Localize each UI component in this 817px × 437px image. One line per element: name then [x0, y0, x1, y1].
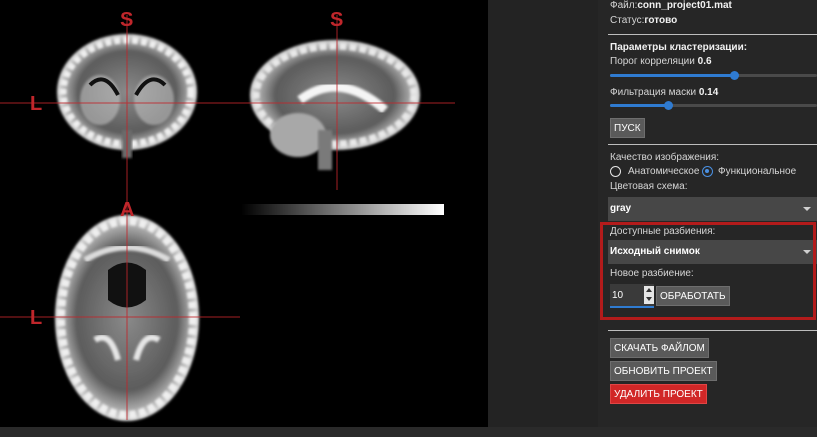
colorbar	[241, 204, 444, 215]
radio-functional-label: Функциональное	[718, 166, 797, 177]
radio-anatomical[interactable]	[610, 166, 621, 177]
cluster-params-title: Параметры кластеризации:	[610, 42, 748, 53]
status-label: Статус:	[610, 15, 645, 26]
status-value: готово	[644, 15, 678, 26]
brain-slices[interactable]: S S L A L	[0, 0, 488, 427]
divider	[608, 330, 817, 331]
update-project-button[interactable]: ОБНОВИТЬ ПРОЕКТ	[610, 361, 717, 381]
spacer-panel	[488, 0, 598, 427]
mask-filter-thumb[interactable]	[663, 101, 673, 110]
sagittal-slice	[250, 40, 420, 170]
corr-threshold-slider[interactable]	[610, 71, 817, 80]
mask-filter-slider[interactable]	[610, 101, 817, 110]
label-superior-sagittal: S	[330, 9, 343, 31]
color-scheme-label: Цветовая схема:	[610, 181, 688, 192]
mask-filter-fill	[610, 104, 668, 107]
brain-viewer[interactable]: S S L A L	[0, 0, 488, 427]
file-label: Файл:	[610, 0, 638, 11]
status-bar	[0, 427, 817, 437]
mask-filter-label: Фильтрация маски	[610, 87, 697, 98]
color-scheme-select[interactable]: gray	[608, 197, 817, 221]
delete-project-button[interactable]: УДАЛИТЬ ПРОЕКТ	[610, 384, 707, 404]
label-left-axial: L	[30, 307, 42, 329]
radio-functional[interactable]	[702, 166, 713, 177]
highlight-box	[600, 222, 816, 320]
label-left-coronal: L	[30, 93, 42, 115]
control-panel: Файл:conn_project01.mat Статус:готово Па…	[598, 0, 817, 427]
file-row: Файл:conn_project01.mat	[610, 0, 732, 12]
corr-threshold-value: 0.6	[697, 56, 712, 67]
image-quality-label: Качество изображения:	[610, 152, 720, 163]
corr-threshold-fill	[610, 74, 735, 77]
run-button[interactable]: ПУСК	[610, 118, 645, 138]
label-anterior: A	[120, 199, 134, 221]
mask-filter-row: Фильтрация маски 0.14	[610, 87, 718, 99]
mask-filter-value: 0.14	[698, 87, 719, 98]
chevron-down-icon	[803, 207, 811, 211]
corr-threshold-row: Порог корреляции 0.6	[610, 56, 712, 68]
divider	[608, 34, 817, 35]
file-name: conn_project01.mat	[637, 0, 732, 11]
radio-anatomical-label: Анатомическое	[628, 166, 700, 177]
label-superior-coronal: S	[120, 9, 133, 31]
download-button[interactable]: СКАЧАТЬ ФАЙЛОМ	[610, 338, 709, 358]
divider	[608, 144, 817, 145]
corr-threshold-thumb[interactable]	[730, 71, 740, 80]
color-scheme-value: gray	[610, 203, 632, 214]
corr-threshold-label: Порог корреляции	[610, 56, 695, 67]
status-row: Статус:готово	[610, 15, 677, 27]
